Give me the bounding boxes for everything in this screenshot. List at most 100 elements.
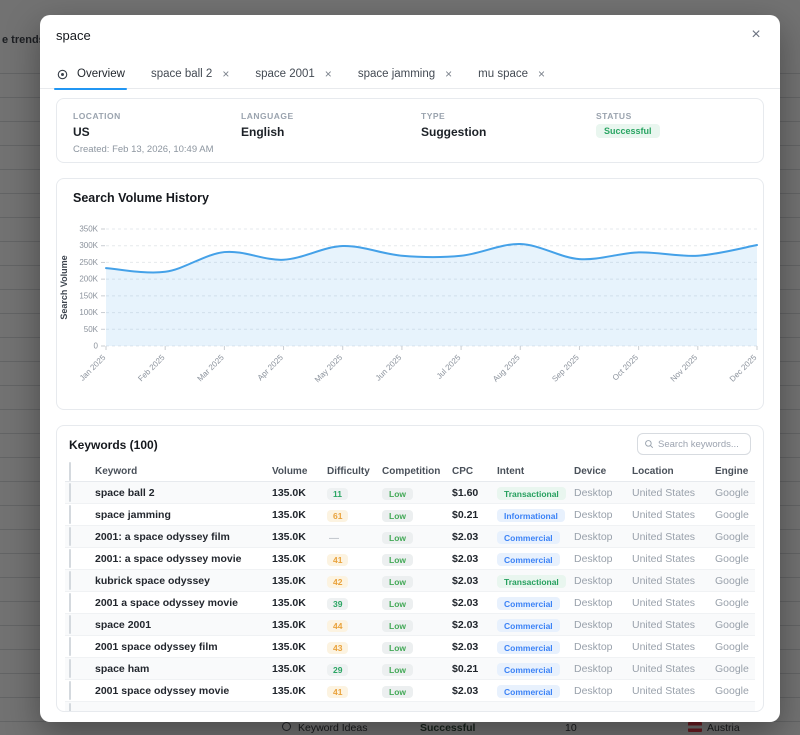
table-row[interactable]: 2001: a space odyssey movie 135.0K 41 Lo… <box>65 548 755 570</box>
modal-close-icon[interactable]: × <box>744 23 768 47</box>
svg-text:250K: 250K <box>79 258 98 267</box>
cell-cpc: $2.03 <box>452 531 497 543</box>
cell-engine: Google <box>715 509 755 521</box>
row-checkbox[interactable] <box>69 637 71 656</box>
cell-location: United States <box>632 663 715 675</box>
cell-keyword: space ham <box>95 663 272 675</box>
keywords-title: Keywords (100) <box>69 438 158 452</box>
cell-volume: 135.0K <box>272 597 327 609</box>
cell-volume: 135.0K <box>272 509 327 521</box>
tab-label: mu space <box>478 68 528 80</box>
tab-close-icon[interactable]: × <box>538 67 545 81</box>
tab-label: space ball 2 <box>151 68 212 80</box>
difficulty-badge: 61 <box>327 510 348 522</box>
select-all-checkbox[interactable] <box>69 462 71 481</box>
tab-space-2001[interactable]: space 2001 × <box>255 59 331 89</box>
table-row[interactable]: space ham 135.0K 29 Low $0.21 Commercial… <box>65 658 755 680</box>
cell-engine: Google <box>715 487 755 499</box>
table-row[interactable]: space jamming 135.0K 61 Low $0.21 Inform… <box>65 504 755 526</box>
svg-text:Apr 2025: Apr 2025 <box>256 353 286 383</box>
cell-engine: Google <box>715 531 755 543</box>
column-header-intent: Intent <box>497 466 574 477</box>
type-value: Suggestion <box>421 125 486 139</box>
tab-close-icon[interactable]: × <box>445 67 452 81</box>
column-header-difficulty: Difficulty <box>327 466 382 477</box>
competition-badge: Low <box>382 620 413 632</box>
column-header-location: Location <box>632 466 715 477</box>
cell-cpc: $2.03 <box>452 597 497 609</box>
cell-cpc: $2.03 <box>452 619 497 631</box>
row-checkbox[interactable] <box>69 483 71 502</box>
table-row[interactable]: space ball 2 135.0K 11 Low $1.60 Transac… <box>65 482 755 504</box>
cell-keyword: space jamming <box>95 509 272 521</box>
table-row[interactable]: 2001: a space odyssey film 135.0K — Low … <box>65 526 755 548</box>
tab-overview[interactable]: Overview <box>56 59 125 89</box>
row-checkbox[interactable] <box>69 571 71 590</box>
cell-volume: 135.0K <box>272 575 327 587</box>
column-header-cpc: CPC <box>452 466 497 477</box>
cell-cpc: $2.03 <box>452 553 497 565</box>
difficulty-badge: — <box>327 532 345 545</box>
tab-space-jamming[interactable]: space jamming × <box>358 59 452 89</box>
overview-info-card: LOCATION US LANGUAGE English TYPE Sugges… <box>56 98 764 163</box>
competition-badge: Low <box>382 686 413 698</box>
table-row[interactable]: 2001 space odyssey movie 135.0K 41 Low $… <box>65 680 755 702</box>
cell-volume: 135.0K <box>272 663 327 675</box>
tab-close-icon[interactable]: × <box>222 67 229 81</box>
svg-text:Jul 2025: Jul 2025 <box>435 353 463 381</box>
table-row[interactable]: space 2001 135.0K 44 Low $2.03 Commercia… <box>65 614 755 636</box>
difficulty-badge: 41 <box>327 554 348 566</box>
overview-eye-icon <box>56 68 69 81</box>
svg-text:100K: 100K <box>79 308 98 317</box>
table-row[interactable]: kubrick space odyssey 135.0K 42 Low $2.0… <box>65 570 755 592</box>
column-header-volume: Volume <box>272 466 327 477</box>
intent-badge: Informational <box>497 509 565 522</box>
difficulty-badge: 42 <box>327 576 348 588</box>
intent-badge: Commercial <box>497 641 560 654</box>
cell-cpc: $2.03 <box>452 575 497 587</box>
cell-device: Desktop <box>574 509 632 521</box>
tab-label: space jamming <box>358 68 435 80</box>
cell-device: Desktop <box>574 487 632 499</box>
row-checkbox[interactable] <box>69 505 71 524</box>
chart-title: Search Volume History <box>73 191 209 205</box>
cell-volume: 135.0K <box>272 553 327 565</box>
row-checkbox[interactable] <box>69 659 71 678</box>
cell-cpc: $2.03 <box>452 685 497 697</box>
info-type: TYPE Suggestion <box>421 111 486 139</box>
row-checkbox[interactable] <box>69 549 71 568</box>
intent-badge: Commercial <box>497 553 560 566</box>
cell-keyword: 2001 space odyssey movie <box>95 685 272 697</box>
column-header-engine: Engine <box>715 466 755 477</box>
keywords-card: Keywords (100) KeywordVolumeDifficultyCo… <box>56 425 764 712</box>
difficulty-badge: 29 <box>327 664 348 676</box>
cell-engine: Google <box>715 663 755 675</box>
cell-device: Desktop <box>574 531 632 543</box>
tab-mu-space[interactable]: mu space × <box>478 59 545 89</box>
intent-badge: Commercial <box>497 685 560 698</box>
row-checkbox[interactable] <box>69 527 71 546</box>
cell-device: Desktop <box>574 685 632 697</box>
svg-text:Jun 2025: Jun 2025 <box>374 353 404 383</box>
table-body: space ball 2 135.0K 11 Low $1.60 Transac… <box>65 482 755 702</box>
cell-device: Desktop <box>574 641 632 653</box>
row-checkbox[interactable] <box>69 593 71 612</box>
row-checkbox[interactable] <box>69 703 71 713</box>
tab-label: space 2001 <box>255 68 314 80</box>
info-language: LANGUAGE English <box>241 111 294 139</box>
row-checkbox[interactable] <box>69 681 71 700</box>
status-label: STATUS <box>596 111 660 121</box>
svg-text:Mar 2025: Mar 2025 <box>196 353 227 384</box>
table-row[interactable]: 2001 a space odyssey movie 135.0K 39 Low… <box>65 592 755 614</box>
cell-volume: 135.0K <box>272 619 327 631</box>
modal-title: space <box>56 28 91 43</box>
keyword-detail-modal: space × Overview space ball 2 × space 2001 ×… <box>40 15 780 722</box>
table-row[interactable]: 2001 space odyssey film 135.0K 43 Low $2… <box>65 636 755 658</box>
intent-badge: Commercial <box>497 663 560 676</box>
difficulty-badge: 39 <box>327 598 348 610</box>
cell-keyword: 2001 space odyssey film <box>95 641 272 653</box>
row-checkbox[interactable] <box>69 615 71 634</box>
tab-close-icon[interactable]: × <box>325 67 332 81</box>
search-input[interactable] <box>658 439 744 450</box>
tab-space-ball-2[interactable]: space ball 2 × <box>151 59 229 89</box>
